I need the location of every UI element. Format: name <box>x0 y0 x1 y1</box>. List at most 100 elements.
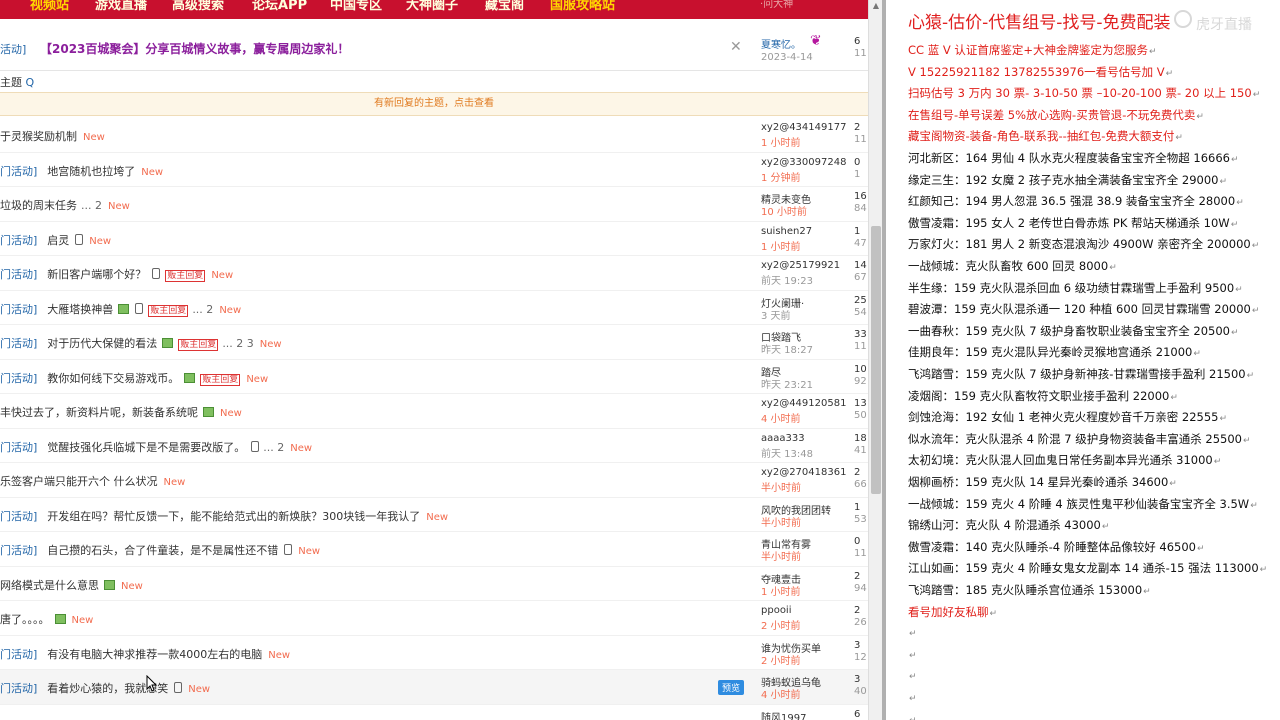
thread-title-cell[interactable]: 门活动] 新旧客户端哪个好？ 贩主回复 New <box>0 266 233 282</box>
table-row[interactable]: 丰快过去了，新资料片呢，新装备系统呢 New xy2@449120581 4 小时前 1… <box>0 394 868 429</box>
thread-title[interactable]: 开发组在吗？帮忙反馈一下，能不能给范式出的新焕肤？300块钱一年我认了 <box>47 510 420 523</box>
thread-author[interactable]: ppooii <box>761 605 792 616</box>
nav-item[interactable]: 国服攻略站 <box>550 0 615 13</box>
new-replies-text[interactable]: 有新回复的主题，点击查看 <box>374 98 494 109</box>
thread-title[interactable]: 于灵猴奖励机制 <box>0 130 77 143</box>
thread-author[interactable]: aaaa333 <box>761 433 805 444</box>
forum-pane: 视频站 游戏直播 高级搜索 论坛APP 中国专区 大神圈子 藏宝阁 国服攻略站 ·问大神 活动]… <box>0 0 868 720</box>
announcement-tag[interactable]: 活动] <box>0 41 26 57</box>
thread-title-cell[interactable]: 门活动] 地宫随机也拉垮了 New <box>0 163 163 179</box>
table-row[interactable]: 门活动] 有没有电脑大神求推荐一款4000左右的电脑 New 谁为忧伤买单 2 小时前 3… <box>0 636 868 670</box>
announcement-author[interactable]: 夏寒忆。 <box>761 36 801 51</box>
table-row[interactable]: 门活动] 自己攒的石头，合了件童装，是不是属性还不错 New 青山常有雾 半小时前 0 11 <box>0 532 868 567</box>
thread-title[interactable]: 地宫随机也拉垮了 <box>47 165 135 178</box>
thread-category[interactable]: 门活动] <box>0 303 37 316</box>
vertical-scrollbar[interactable]: ▲ <box>868 0 882 720</box>
table-row[interactable]: 门活动] 看着炒心猿的，我就想笑 New 预览 骑蚂蚁追乌龟 4 小时前 3 40 <box>0 670 868 705</box>
scroll-up-arrow-icon[interactable]: ▲ <box>871 1 881 11</box>
thread-title-cell[interactable]: 门活动] 教你如何线下交易游戏币。 贩主回复 New <box>0 370 268 386</box>
thread-title[interactable]: 垃圾的周末任务 <box>0 199 77 212</box>
thread-title-cell[interactable]: 门活动] 对于历代大保健的看法 贩主回复... 2 3 New <box>0 335 282 351</box>
table-row[interactable]: 垃圾的周末任务... 2 New 精灵未变色 10 小时前 16 84 <box>0 187 868 222</box>
table-row[interactable]: 门活动] 对于历代大保健的看法 贩主回复... 2 3 New 口袋踏飞 昨天 18:27… <box>0 325 868 360</box>
thread-title[interactable]: 大雁塔换神兽 <box>47 303 113 316</box>
table-row[interactable]: 于灵猴奖励机制 New xy2@434149177 1 小时前 2 11 <box>0 118 868 153</box>
thread-pages[interactable]: ... 2 <box>192 303 213 316</box>
nav-item[interactable]: 论坛APP <box>252 0 307 13</box>
table-row[interactable]: 门活动] 开发组在吗？帮忙反馈一下，能不能给范式出的新焕肤？300块钱一年我认了 N… <box>0 498 868 532</box>
thread-category[interactable]: 门活动] <box>0 510 37 523</box>
thread-title-cell[interactable]: 门活动] 大雁塔换神兽 贩主回复... 2 New <box>0 301 241 317</box>
thread-author[interactable]: xy2@449120581 <box>761 398 846 409</box>
scrollbar-thumb[interactable] <box>871 226 881 494</box>
thread-category[interactable]: 门活动] <box>0 337 37 350</box>
thread-title-cell[interactable]: 门活动] 有没有电脑大神求推荐一款4000左右的电脑 New <box>0 646 290 662</box>
thread-title-cell[interactable]: 唐了。。。。 New <box>0 611 93 627</box>
table-row[interactable]: 网络模式是什么意思 New 夺魂壹击 1 小时前 2 94 <box>0 567 868 601</box>
nav-item[interactable]: 藏宝阁 <box>485 0 524 13</box>
thread-category[interactable]: 门活动] <box>0 372 37 385</box>
table-row[interactable]: 唐了。。。。 New ppooii 2 小时前 2 26 <box>0 601 868 636</box>
thread-title[interactable]: 觉醒技强化兵临城下是不是需要改版了。 <box>47 441 245 454</box>
thread-title-cell[interactable]: 丰快过去了，新资料片呢，新装备系统呢 New <box>0 404 242 420</box>
thread-author[interactable]: xy2@270418361 <box>761 467 846 478</box>
thread-title[interactable]: 丰快过去了，新资料片呢，新装备系统呢 <box>0 406 198 419</box>
announcement-title[interactable]: 【2023百城聚会】分享百城情义故事，赢专属周边家礼！ <box>40 40 349 57</box>
table-row[interactable]: 门活动] 觉醒技强化兵临城下是不是需要改版了。 ... 2 New aaaa333 前天 … <box>0 429 868 463</box>
thread-title-cell[interactable]: 于灵猴奖励机制 New <box>0 128 105 144</box>
thread-category[interactable]: 门活动] <box>0 234 37 247</box>
thread-category[interactable]: 门活动] <box>0 165 37 178</box>
announcement-row[interactable]: 活动] 【2023百城聚会】分享百城情义故事，赢专属周边家礼！ ✕ 夏寒忆。 ❦… <box>0 30 868 68</box>
thread-category[interactable]: 门活动] <box>0 268 37 281</box>
thread-author[interactable]: xy2@25179921 <box>761 260 840 271</box>
table-row[interactable]: 门活动] 启灵 New suishen27 1 小时前 1 47 <box>0 222 868 256</box>
thread-title[interactable]: 自己攒的石头，合了件童装，是不是属性还不错 <box>47 544 278 557</box>
thread-title-cell[interactable]: 门活动] 开发组在吗？帮忙反馈一下，能不能给范式出的新焕肤？300块钱一年我认了 N… <box>0 508 448 524</box>
thread-author[interactable]: xy2@434149177 <box>761 122 846 133</box>
thread-author[interactable]: xy2@330097248 <box>761 157 846 168</box>
thread-title-cell[interactable]: 乐签客户端只能开六个 什么状况 New <box>0 473 185 489</box>
close-icon[interactable]: ✕ <box>730 39 742 55</box>
thread-author[interactable]: 随风1997 <box>761 709 806 720</box>
thread-title-cell[interactable]: 门活动] 自己攒的石头，合了件童装，是不是属性还不错 New <box>0 542 320 558</box>
thread-pages[interactable]: ... 2 <box>263 441 284 454</box>
thread-pages[interactable]: ... 2 3 <box>222 337 253 350</box>
new-replies-bar[interactable]: 有新回复的主题，点击查看 <box>0 92 868 116</box>
thread-title[interactable]: 对于历代大保健的看法 <box>47 337 157 350</box>
reply-count: 0 <box>854 156 861 168</box>
nav-item[interactable]: 高级搜索 <box>172 0 224 13</box>
nav-item[interactable]: 视频站 <box>30 0 69 13</box>
refresh-icon[interactable]: Q <box>26 76 35 89</box>
thread-category[interactable]: 门活动] <box>0 682 37 695</box>
thread-title[interactable]: 网络模式是什么意思 <box>0 579 99 592</box>
nav-item[interactable]: 游戏直播 <box>95 0 147 13</box>
thread-author[interactable]: suishen27 <box>761 226 812 237</box>
thread-title-cell[interactable]: 门活动] 觉醒技强化兵临城下是不是需要改版了。 ... 2 New <box>0 439 312 455</box>
thread-category[interactable]: 门活动] <box>0 441 37 454</box>
thread-title[interactable]: 教你如何线下交易游戏币。 <box>47 372 179 385</box>
table-row[interactable]: 乐签客户端只能开六个 什么状况 New xy2@270418361 半小时前 2 66 <box>0 463 868 498</box>
thread-title[interactable]: 启灵 <box>47 234 69 247</box>
thread-title-cell[interactable]: 门活动] 看着炒心猿的，我就想笑 New <box>0 680 210 696</box>
table-row[interactable]: 门活动] 新旧客户端哪个好？ 贩主回复 New xy2@25179921 前天 19:23… <box>0 256 868 291</box>
thread-title[interactable]: 新旧客户端哪个好？ <box>47 268 146 281</box>
thread-pages[interactable]: ... 2 <box>81 199 102 212</box>
thread-category[interactable]: 门活动] <box>0 544 37 557</box>
table-row[interactable]: 门活动] 地宫随机也拉垮了 New xy2@330097248 1 分钟前 0 1 <box>0 153 868 187</box>
table-row[interactable]: 门活动] 教你如何线下交易游戏币。 贩主回复 New 踏尽 昨天 23:21 10 92 <box>0 360 868 394</box>
thread-title[interactable]: 有没有电脑大神求推荐一款4000左右的电脑 <box>47 648 262 661</box>
thread-title[interactable]: 乐签客户端只能开六个 什么状况 <box>0 475 158 488</box>
table-row[interactable]: 随风1997 6 <box>0 705 868 720</box>
nav-aux-link[interactable]: ·问大神 <box>760 0 793 10</box>
thread-title-cell[interactable]: 网络模式是什么意思 New <box>0 577 143 593</box>
nav-item[interactable]: 大神圈子 <box>406 0 458 13</box>
thread-title[interactable]: 唐了。。。。 <box>0 613 50 626</box>
view-count: 11 <box>854 134 867 145</box>
thread-title-cell[interactable]: 垃圾的周末任务 ... 2 New <box>0 197 130 213</box>
preview-button[interactable]: 预览 <box>718 680 745 695</box>
nav-item[interactable]: 中国专区 <box>330 0 382 13</box>
reply-count: 6 <box>854 708 861 720</box>
thread-category[interactable]: 门活动] <box>0 648 37 661</box>
thread-title-cell[interactable]: 门活动] 启灵 New <box>0 232 111 248</box>
table-row[interactable]: 门活动] 大雁塔换神兽 贩主回复... 2 New 灯火阑珊· 3 天前 25 54 <box>0 291 868 325</box>
